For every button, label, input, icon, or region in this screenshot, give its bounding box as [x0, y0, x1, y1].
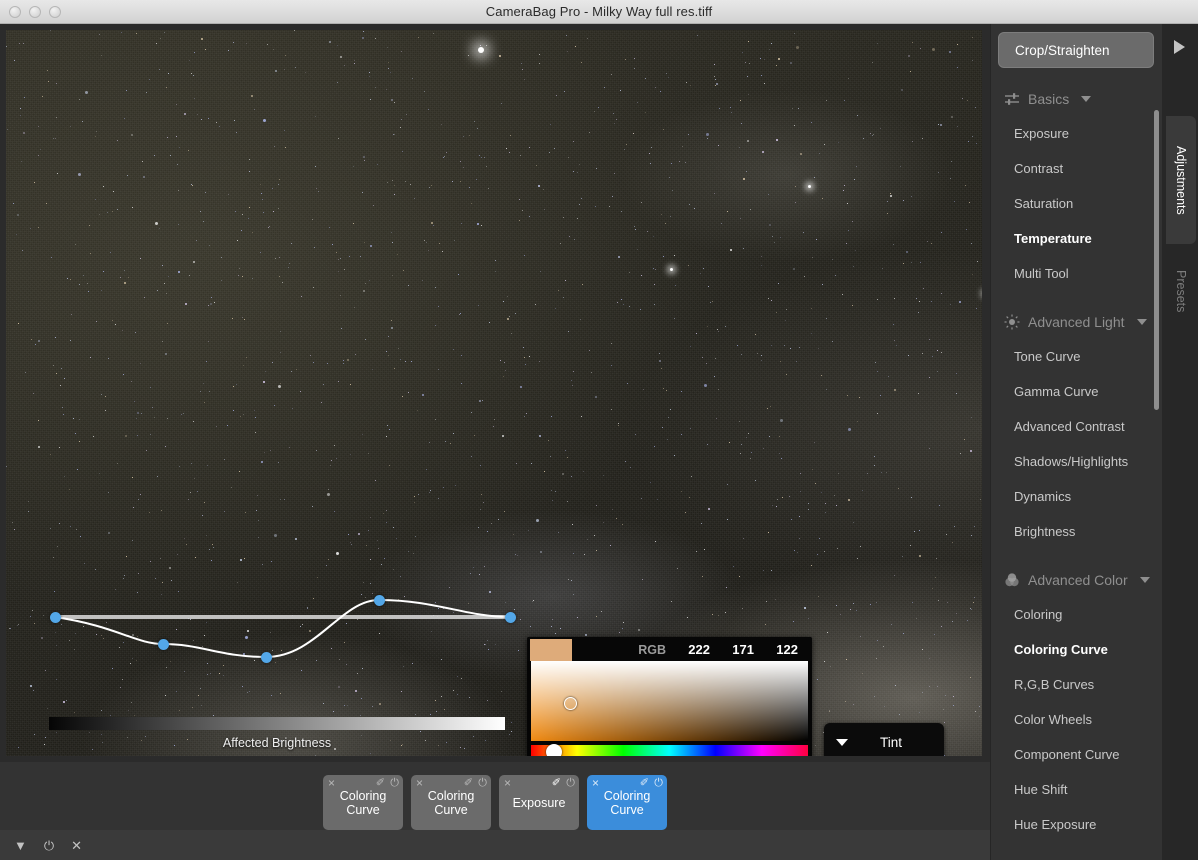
- power-icon[interactable]: ⏻: [44, 839, 54, 852]
- filter-tile-label: Coloring Curve: [587, 789, 667, 817]
- sidebar-item-multi-tool[interactable]: Multi Tool: [990, 256, 1162, 291]
- hue-slider-handle[interactable]: [546, 744, 562, 756]
- sidebar-item-coloring-curve[interactable]: Coloring Curve: [990, 632, 1162, 667]
- adjustment-groups: Basics ExposureContrastSaturationTemperat…: [990, 82, 1162, 842]
- sliders-icon: [1004, 91, 1020, 107]
- group-header-advanced-color[interactable]: Advanced Color: [990, 563, 1162, 597]
- saturation-value-field[interactable]: [531, 661, 808, 741]
- sidebar-item-dynamics[interactable]: Dynamics: [990, 479, 1162, 514]
- sidebar-divider: [990, 24, 991, 860]
- color-method-value: Tint: [848, 735, 944, 750]
- sidebar-item-advanced-contrast[interactable]: Advanced Contrast: [990, 409, 1162, 444]
- pin-filter-icon[interactable]: ✐: [376, 778, 385, 788]
- remove-filter-icon[interactable]: ×: [504, 778, 511, 788]
- rgb-red-value[interactable]: 222: [682, 642, 710, 657]
- color-picker-header: RGB 222 171 122: [527, 637, 812, 661]
- pin-filter-icon[interactable]: ✐: [464, 778, 473, 788]
- group-title: Basics: [1028, 91, 1069, 107]
- hue-slider[interactable]: [531, 745, 808, 756]
- curve-control-point[interactable]: [50, 612, 61, 623]
- zoom-window-button[interactable]: [49, 6, 61, 18]
- sidebar-item-r-g-b-curves[interactable]: R,G,B Curves: [990, 667, 1162, 702]
- sidebar-item-gamma-curve[interactable]: Gamma Curve: [990, 374, 1162, 409]
- chevron-down-icon[interactable]: ▼: [14, 839, 27, 852]
- sidebar-item-shadows-highlights[interactable]: Shadows/Highlights: [990, 444, 1162, 479]
- group-header-advanced-light[interactable]: Advanced Light: [990, 305, 1162, 339]
- color-picker-panel[interactable]: RGB 222 171 122: [527, 637, 812, 756]
- window-title: CameraBag Pro - Milky Way full res.tiff: [486, 4, 712, 19]
- filter-tile-label: Coloring Curve: [411, 789, 491, 817]
- affected-brightness-ramp[interactable]: [49, 717, 505, 730]
- pin-filter-icon[interactable]: ✐: [640, 778, 649, 788]
- filter-tile-label: Coloring Curve: [323, 789, 403, 817]
- filter-tile[interactable]: × ✐ ⏻Coloring Curve: [587, 775, 667, 830]
- filter-tile-label: Exposure: [509, 796, 570, 810]
- panel-tab-rail: Adjustments Presets: [1162, 24, 1198, 860]
- sidebar-item-contrast[interactable]: Contrast: [990, 151, 1162, 186]
- toggle-filter-icon[interactable]: ⏻: [654, 778, 663, 788]
- color-circles-icon: [1004, 572, 1020, 588]
- group-header-basics[interactable]: Basics: [990, 82, 1162, 116]
- title-bar: CameraBag Pro - Milky Way full res.tiff: [0, 0, 1198, 24]
- sidebar-item-hue-shift[interactable]: Hue Shift: [990, 772, 1162, 807]
- curve-control-point[interactable]: [261, 652, 272, 663]
- remove-filter-icon[interactable]: ×: [328, 778, 335, 788]
- rgb-label: RGB: [638, 643, 666, 657]
- remove-filter-icon[interactable]: ×: [416, 778, 423, 788]
- chevron-down-icon[interactable]: [1081, 96, 1091, 102]
- remove-filter-icon[interactable]: ×: [592, 778, 599, 788]
- sidebar-item-exposure[interactable]: Exposure: [990, 116, 1162, 151]
- chevron-down-icon[interactable]: [1137, 319, 1147, 325]
- sidebar-item-hue-exposure[interactable]: Hue Exposure: [990, 807, 1162, 842]
- sidebar-item-component-curve[interactable]: Component Curve: [990, 737, 1162, 772]
- sidebar-item-coloring[interactable]: Coloring: [990, 597, 1162, 632]
- filter-tiles: ×✐⏻Coloring Curve×✐⏻Coloring Curve×✐⏻Exp…: [0, 762, 990, 830]
- crop-straighten-button[interactable]: Crop/Straighten: [998, 32, 1154, 68]
- traffic-lights: [9, 6, 61, 18]
- minimize-window-button[interactable]: [29, 6, 41, 18]
- star-field: [6, 30, 982, 756]
- curve-control-point[interactable]: [158, 639, 169, 650]
- image-canvas-area: Affected Brightness RGB 222 171 122: [0, 24, 990, 762]
- curve-control-point[interactable]: [505, 612, 516, 623]
- filter-tile[interactable]: × ✐ ⏻Coloring Curve: [323, 775, 403, 830]
- curve-control-point[interactable]: [374, 595, 385, 606]
- rgb-blue-value[interactable]: 122: [770, 642, 798, 657]
- adjustments-sidebar: Crop/Straighten Basics ExposureContrastSa…: [990, 24, 1162, 860]
- current-color-swatch[interactable]: [530, 639, 572, 661]
- affected-brightness-label: Affected Brightness: [49, 736, 505, 750]
- group-title: Advanced Color: [1028, 572, 1128, 588]
- sidebar-item-color-wheels[interactable]: Color Wheels: [990, 702, 1162, 737]
- sidebar-item-brightness[interactable]: Brightness: [990, 514, 1162, 549]
- chevron-down-icon: [836, 739, 848, 746]
- sidebar-item-saturation[interactable]: Saturation: [990, 186, 1162, 221]
- rgb-green-value[interactable]: 171: [726, 642, 754, 657]
- triangle-right-icon[interactable]: [1174, 40, 1185, 54]
- chevron-down-icon[interactable]: [1140, 577, 1150, 583]
- filter-tile[interactable]: × ✐ ⏻Coloring Curve: [411, 775, 491, 830]
- camerabag-pro-window: CameraBag Pro - Milky Way full res.tiff …: [0, 0, 1198, 860]
- coloring-curve-editor[interactable]: Affected Brightness: [6, 30, 982, 756]
- photo-preview[interactable]: Affected Brightness RGB 222 171 122: [6, 30, 982, 756]
- sv-selector-handle[interactable]: [564, 697, 577, 710]
- color-method-dropdown[interactable]: Tint: [824, 723, 944, 756]
- rgb-readout: RGB 222 171 122: [638, 642, 804, 657]
- tab-adjustments[interactable]: Adjustments: [1166, 116, 1196, 244]
- close-window-button[interactable]: [9, 6, 21, 18]
- pin-filter-icon[interactable]: ✐: [552, 778, 561, 788]
- sidebar-item-temperature[interactable]: Temperature: [990, 221, 1162, 256]
- film-grain-overlay: [6, 30, 982, 756]
- toggle-filter-icon[interactable]: ⏻: [390, 778, 399, 788]
- sun-icon: [1004, 314, 1020, 330]
- filter-strip-toolbar: ▼ ⏻ ✕: [0, 830, 990, 860]
- group-title: Advanced Light: [1028, 314, 1125, 330]
- toggle-filter-icon[interactable]: ⏻: [566, 778, 575, 788]
- sidebar-item-tone-curve[interactable]: Tone Curve: [990, 339, 1162, 374]
- toggle-filter-icon[interactable]: ⏻: [478, 778, 487, 788]
- filter-tile[interactable]: × ✐ ⏻ Exposure: [499, 775, 579, 830]
- close-icon[interactable]: ✕: [71, 839, 82, 852]
- tab-presets[interactable]: Presets: [1166, 252, 1196, 330]
- sidebar-scrollbar[interactable]: [1154, 110, 1159, 410]
